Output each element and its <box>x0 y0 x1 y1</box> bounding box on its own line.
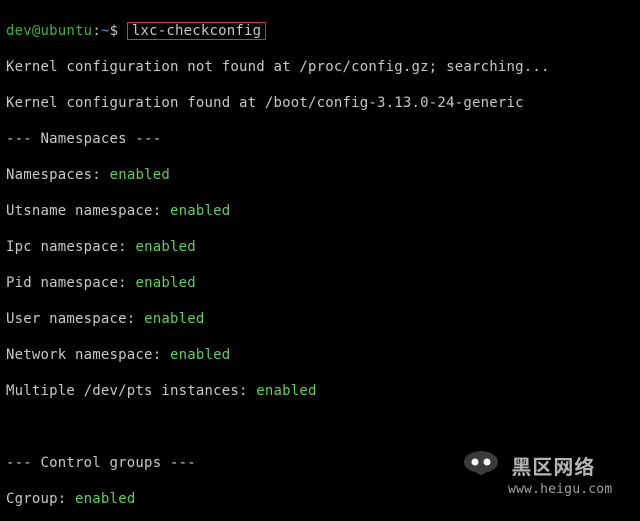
config-value: enabled <box>135 239 195 255</box>
config-value: enabled <box>144 311 204 327</box>
section-header: --- Namespaces --- <box>6 130 634 148</box>
config-value: enabled <box>256 383 316 399</box>
prompt-dollar: $ <box>110 23 119 39</box>
config-label: Pid namespace: <box>6 275 127 291</box>
prompt-host: ubuntu <box>41 23 93 39</box>
config-value: enabled <box>75 491 135 507</box>
command-text: lxc-checkconfig <box>132 23 261 39</box>
command-highlight: lxc-checkconfig <box>127 22 266 40</box>
config-line: Network namespace: enabled <box>6 346 634 364</box>
config-line: Pid namespace: enabled <box>6 274 634 292</box>
config-value: enabled <box>170 347 230 363</box>
config-line: User namespace: enabled <box>6 310 634 328</box>
config-line: Namespaces: enabled <box>6 166 634 184</box>
config-label: Namespaces: <box>6 167 101 183</box>
config-line: Multiple /dev/pts instances: enabled <box>6 382 634 400</box>
config-label: Ipc namespace: <box>6 239 127 255</box>
config-value: enabled <box>170 203 230 219</box>
config-label: Network namespace: <box>6 347 161 363</box>
config-label: User namespace: <box>6 311 135 327</box>
config-value: enabled <box>135 275 195 291</box>
config-line: Ipc namespace: enabled <box>6 238 634 256</box>
config-label: Multiple /dev/pts instances: <box>6 383 248 399</box>
config-value: enabled <box>110 167 170 183</box>
terminal-output: dev@ubuntu:~$ lxc-checkconfig Kernel con… <box>0 0 640 521</box>
prompt-colon: : <box>92 23 101 39</box>
prompt-line[interactable]: dev@ubuntu:~$ lxc-checkconfig <box>6 22 634 40</box>
prompt-user: dev <box>6 23 32 39</box>
prompt-at: @ <box>32 23 41 39</box>
section-header: --- Control groups --- <box>6 454 634 472</box>
prompt-path: ~ <box>101 23 110 39</box>
config-label: Cgroup: <box>6 491 66 507</box>
output-line: Kernel configuration found at /boot/conf… <box>6 94 634 112</box>
config-label: Utsname namespace: <box>6 203 161 219</box>
blank-line <box>6 418 634 436</box>
config-line: Cgroup: enabled <box>6 490 634 508</box>
output-line: Kernel configuration not found at /proc/… <box>6 58 634 76</box>
config-line: Utsname namespace: enabled <box>6 202 634 220</box>
